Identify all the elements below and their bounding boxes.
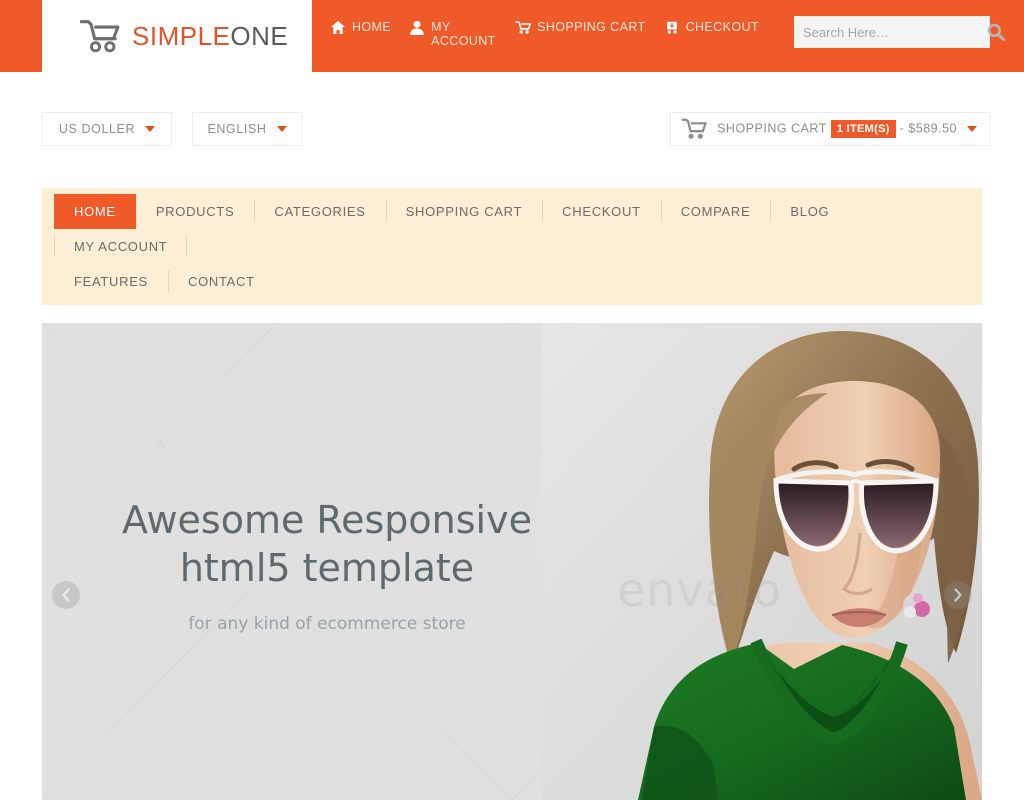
- logo-text: SIMPLEONE: [132, 21, 288, 52]
- cart-summary[interactable]: SHOPPING CART 1 ITEM(S) - $589.50: [670, 112, 990, 146]
- nav-item-features[interactable]: FEATURES: [54, 264, 168, 299]
- nav-item-contact[interactable]: CONTACT: [167, 264, 275, 299]
- nav-item-categories[interactable]: CATEGORIES: [254, 194, 385, 229]
- logo-text-primary: SIMPLE: [132, 20, 231, 51]
- chevron-down-icon: [967, 126, 977, 132]
- nav-item-blog[interactable]: BLOG: [770, 194, 849, 229]
- top-nav-item-shopping-cart[interactable]: SHOPPING CART: [515, 20, 645, 48]
- top-header-bar: SIMPLEONE HOME MY ACCOUNT SHOPPING CART …: [0, 0, 1024, 72]
- top-nav: HOME MY ACCOUNT SHOPPING CART CHECKOUT: [330, 0, 780, 72]
- nav-item-checkout[interactable]: CHECKOUT: [542, 194, 661, 229]
- hero-subtitle: for any kind of ecommerce store: [188, 614, 466, 634]
- top-nav-label: MY ACCOUNT: [431, 20, 496, 48]
- main-navigation: HOME PRODUCTS CATEGORIES SHOPPING CART C…: [42, 188, 982, 305]
- hero-slider: envato envato: [42, 323, 982, 800]
- logo-text-secondary: ONE: [230, 20, 289, 51]
- cart-summary-label: SHOPPING CART: [717, 121, 827, 136]
- language-selector[interactable]: ENGLISH: [192, 112, 302, 146]
- hero-title-line-2: html5 template: [179, 546, 475, 590]
- cart-item-badge: 1 ITEM(S): [830, 120, 896, 138]
- logo[interactable]: SIMPLEONE: [42, 0, 312, 72]
- search-icon: [987, 23, 1005, 41]
- user-icon: [410, 20, 424, 35]
- search-button[interactable]: [987, 17, 1005, 47]
- nav-item-home[interactable]: HOME: [54, 194, 136, 229]
- cart-icon: [681, 118, 707, 139]
- model-photo: [542, 323, 982, 800]
- top-nav-label: CHECKOUT: [685, 20, 759, 34]
- top-nav-label: SHOPPING CART: [537, 20, 646, 34]
- top-nav-label: HOME: [352, 20, 392, 34]
- top-nav-item-checkout[interactable]: CHECKOUT: [664, 20, 759, 48]
- slider-next-button[interactable]: [944, 581, 972, 609]
- chevron-down-icon: [145, 126, 156, 132]
- home-icon: [331, 21, 345, 34]
- nav-item-compare[interactable]: COMPARE: [660, 194, 771, 229]
- language-label: ENGLISH: [207, 122, 267, 136]
- top-nav-item-home[interactable]: HOME: [330, 20, 391, 48]
- shopping-cart-icon: [80, 20, 120, 53]
- currency-selector[interactable]: US DOLLER: [42, 112, 172, 146]
- cart-icon: [515, 21, 532, 34]
- nav-item-shopping-cart[interactable]: SHOPPING CART: [385, 194, 543, 229]
- search-input[interactable]: [795, 17, 987, 47]
- main-navigation-row-2: FEATURES CONTACT: [54, 264, 982, 299]
- search-box[interactable]: [794, 16, 1005, 48]
- slider-prev-button[interactable]: [52, 581, 80, 609]
- chevron-right-icon: [954, 588, 962, 602]
- nav-item-products[interactable]: PRODUCTS: [136, 194, 255, 229]
- hero-image: [542, 323, 982, 800]
- chevron-left-icon: [62, 588, 70, 602]
- checkout-cart-icon: [666, 21, 677, 34]
- nav-item-my-account[interactable]: MY ACCOUNT: [54, 229, 188, 264]
- hero-caption: Awesome Responsive html5 template for an…: [112, 496, 542, 634]
- hero-title-line-1: Awesome Responsive: [122, 498, 532, 542]
- currency-label: US DOLLER: [58, 122, 136, 136]
- cart-summary-text: SHOPPING CART 1 ITEM(S) - $589.50: [717, 120, 957, 138]
- top-nav-item-my-account[interactable]: MY ACCOUNT: [409, 20, 495, 48]
- cart-total-price: - $589.50: [899, 121, 957, 136]
- chevron-down-icon: [276, 126, 287, 132]
